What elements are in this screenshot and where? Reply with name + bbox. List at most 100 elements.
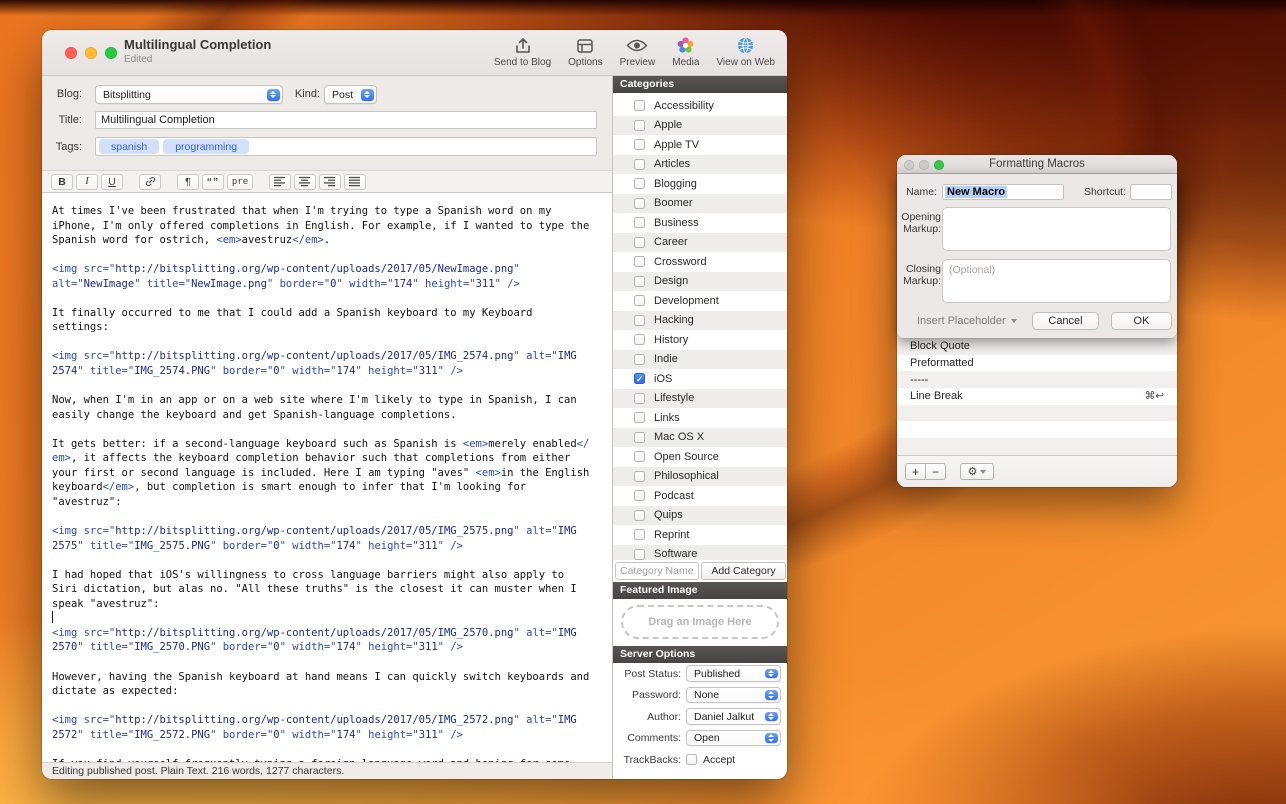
bold-button[interactable]: B bbox=[51, 174, 73, 190]
macro-shortcut-input[interactable] bbox=[1130, 184, 1172, 200]
category-checkbox[interactable] bbox=[634, 315, 645, 326]
macros-list[interactable]: Block QuotePreformatted-----Line Break⌘↩ bbox=[897, 338, 1177, 455]
category-row[interactable]: History bbox=[613, 330, 787, 350]
category-checkbox[interactable] bbox=[634, 490, 645, 501]
macro-row[interactable] bbox=[897, 405, 1177, 422]
media-button[interactable]: Media bbox=[672, 35, 699, 68]
tag-pill[interactable]: spanish bbox=[99, 139, 159, 154]
category-checkbox[interactable] bbox=[634, 295, 645, 306]
preformatted-button[interactable]: pre bbox=[227, 174, 253, 190]
category-checkbox[interactable] bbox=[634, 393, 645, 404]
category-checkbox[interactable] bbox=[634, 100, 645, 111]
category-checkbox[interactable] bbox=[634, 159, 645, 170]
category-row[interactable]: Philosophical bbox=[613, 467, 787, 487]
category-row[interactable]: Boomer bbox=[613, 194, 787, 214]
category-row[interactable]: Accessibility bbox=[613, 96, 787, 116]
close-button[interactable] bbox=[904, 160, 914, 170]
macro-name-input[interactable]: New Macro bbox=[942, 184, 1064, 200]
category-checkbox[interactable] bbox=[634, 120, 645, 131]
category-row[interactable]: Open Source bbox=[613, 447, 787, 467]
link-button[interactable] bbox=[139, 174, 161, 190]
category-row[interactable]: Crossword bbox=[613, 252, 787, 272]
ok-button[interactable]: OK bbox=[1111, 312, 1172, 330]
category-row[interactable]: Design bbox=[613, 272, 787, 292]
category-checkbox[interactable] bbox=[634, 139, 645, 150]
category-row[interactable]: Business bbox=[613, 213, 787, 233]
category-row[interactable]: Development bbox=[613, 291, 787, 311]
category-checkbox[interactable] bbox=[634, 549, 645, 560]
options-button[interactable]: Options bbox=[568, 35, 602, 68]
category-row[interactable]: Lifestyle bbox=[613, 389, 787, 409]
align-center-button[interactable] bbox=[294, 174, 316, 190]
category-row[interactable]: iOS bbox=[613, 369, 787, 389]
closing-markup-textarea[interactable]: (Optional) bbox=[942, 259, 1171, 303]
macro-row[interactable] bbox=[897, 421, 1177, 438]
macro-actions-button[interactable]: ⚙ bbox=[960, 463, 994, 480]
kind-popup[interactable]: Post bbox=[324, 85, 377, 104]
server-option-popup[interactable]: Daniel Jalkut bbox=[686, 708, 781, 725]
opening-markup-textarea[interactable] bbox=[942, 207, 1171, 251]
category-row[interactable]: Apple bbox=[613, 116, 787, 136]
align-justify-button[interactable] bbox=[344, 174, 366, 190]
category-checkbox[interactable] bbox=[634, 256, 645, 267]
close-button[interactable] bbox=[65, 47, 77, 59]
server-option-popup[interactable]: Open bbox=[686, 730, 781, 747]
category-checkbox[interactable] bbox=[634, 198, 645, 209]
align-right-button[interactable] bbox=[319, 174, 341, 190]
preview-button[interactable]: Preview bbox=[620, 35, 656, 68]
blockquote-button[interactable]: “” bbox=[202, 174, 224, 190]
category-checkbox[interactable] bbox=[634, 354, 645, 365]
category-checkbox[interactable] bbox=[634, 471, 645, 482]
blog-popup[interactable]: Bitsplitting bbox=[95, 85, 283, 104]
align-left-button[interactable] bbox=[269, 174, 291, 190]
category-row[interactable]: Indie bbox=[613, 350, 787, 370]
category-row[interactable]: Mac OS X bbox=[613, 428, 787, 448]
cancel-button[interactable]: Cancel bbox=[1032, 312, 1099, 330]
category-checkbox[interactable] bbox=[634, 276, 645, 287]
category-checkbox[interactable] bbox=[634, 412, 645, 423]
category-checkbox[interactable] bbox=[634, 432, 645, 443]
category-checkbox[interactable] bbox=[634, 510, 645, 521]
macro-row[interactable]: Block Quote bbox=[897, 338, 1177, 355]
category-row[interactable]: Career bbox=[613, 233, 787, 253]
macro-row[interactable]: Line Break⌘↩ bbox=[897, 388, 1177, 405]
category-row[interactable]: Blogging bbox=[613, 174, 787, 194]
image-drop-zone[interactable]: Drag an Image Here bbox=[621, 605, 779, 639]
macro-row[interactable]: Preformatted bbox=[897, 355, 1177, 372]
category-checkbox[interactable] bbox=[634, 451, 645, 462]
view-on-web-button[interactable]: View on Web bbox=[716, 35, 775, 68]
paragraph-button[interactable]: ¶ bbox=[177, 174, 199, 190]
add-category-button[interactable]: Add Category bbox=[701, 562, 786, 580]
category-row[interactable]: Apple TV bbox=[613, 135, 787, 155]
macro-row[interactable] bbox=[897, 438, 1177, 455]
remove-macro-button[interactable]: − bbox=[925, 463, 946, 480]
category-row[interactable]: Podcast bbox=[613, 486, 787, 506]
category-row[interactable]: Hacking bbox=[613, 311, 787, 331]
title-input[interactable] bbox=[95, 111, 597, 129]
italic-button[interactable]: I bbox=[76, 174, 98, 190]
server-option-popup[interactable]: None bbox=[686, 687, 781, 704]
post-body-editor[interactable]: At times I've been frustrated that when … bbox=[42, 193, 612, 762]
zoom-button[interactable] bbox=[105, 47, 117, 59]
underline-button[interactable]: U bbox=[101, 174, 123, 190]
categories-list[interactable]: AccessibilityAppleApple TVArticlesBloggi… bbox=[613, 96, 787, 560]
category-checkbox[interactable] bbox=[634, 217, 645, 228]
category-checkbox[interactable] bbox=[634, 178, 645, 189]
zoom-button[interactable] bbox=[934, 160, 944, 170]
macros-window-titlebar[interactable]: Formatting Macros bbox=[897, 155, 1177, 174]
minimize-button[interactable] bbox=[919, 160, 929, 170]
category-row[interactable]: Reprint bbox=[613, 525, 787, 545]
category-row[interactable]: Articles bbox=[613, 155, 787, 175]
send-to-blog-button[interactable]: Send to Blog bbox=[494, 35, 551, 68]
category-row[interactable]: Quips bbox=[613, 506, 787, 526]
tag-pill[interactable]: programming bbox=[163, 139, 249, 154]
tags-input[interactable]: spanish programming bbox=[95, 137, 597, 156]
trackbacks-checkbox[interactable] bbox=[686, 754, 697, 765]
category-row[interactable]: Links bbox=[613, 408, 787, 428]
category-checkbox[interactable] bbox=[634, 373, 645, 384]
window-titlebar[interactable]: Multilingual Completion Edited Send to B… bbox=[42, 30, 787, 76]
server-option-popup[interactable]: Published bbox=[686, 665, 781, 682]
add-macro-button[interactable]: + bbox=[905, 463, 926, 480]
category-checkbox[interactable] bbox=[634, 529, 645, 540]
category-row[interactable]: Software bbox=[613, 545, 787, 561]
